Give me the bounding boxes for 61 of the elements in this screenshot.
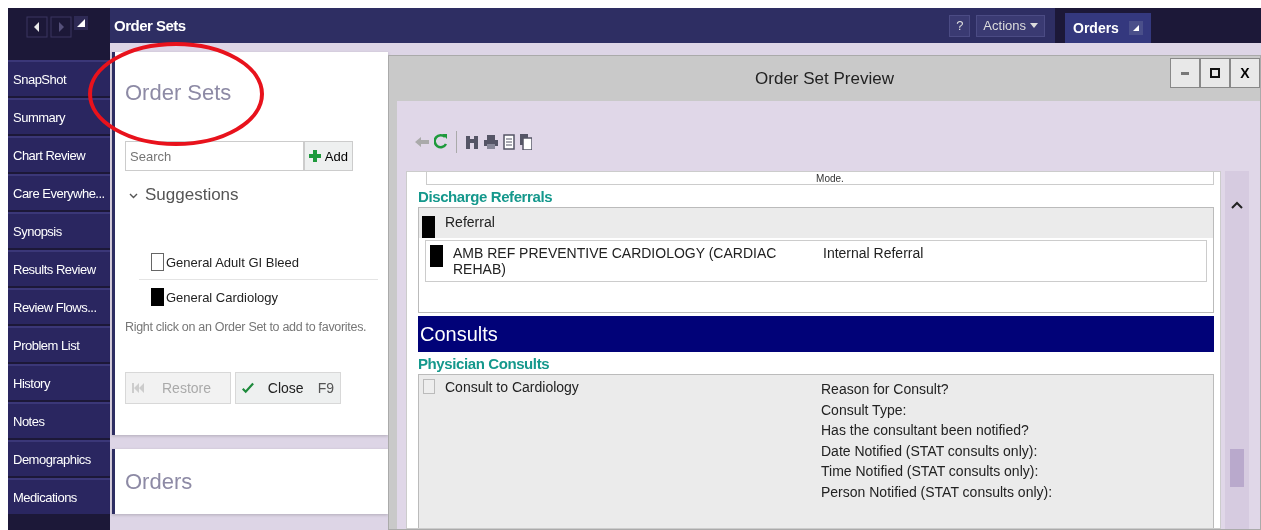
question-label: Has the consultant been notified? <box>821 421 1030 440</box>
question-label: Date Notified (STAT consults only): <box>821 441 1039 461</box>
order-set-name[interactable]: General Cardiology <box>166 289 278 305</box>
section-heading: Consults <box>418 316 1214 352</box>
menu-triangle-icon[interactable] <box>74 16 88 30</box>
question-label: Consult Type: <box>821 400 908 420</box>
close-button[interactable]: X <box>1230 58 1260 88</box>
nav-item[interactable]: History <box>8 364 110 400</box>
order-name: AMB REF PREVENTIVE CARDIOLOGY (CARDIAC REHAB) <box>453 245 778 277</box>
help-button[interactable]: ? <box>949 14 971 37</box>
window-title: Order Set Preview <box>755 68 894 89</box>
skip-back-icon <box>132 383 144 393</box>
order-name: Consult to Cardiology <box>445 379 580 395</box>
panel-title: Order Sets <box>125 80 233 106</box>
panel-title: Orders <box>125 468 193 495</box>
activity-title: Order Sets <box>114 17 186 34</box>
checkbox[interactable] <box>423 379 435 394</box>
nav-item[interactable]: Medications <box>8 478 110 514</box>
actions-button[interactable]: Actions <box>976 14 1045 37</box>
nav-item[interactable]: Demographics <box>8 440 110 476</box>
question-label: Time Notified (STAT consults only): <box>821 462 1040 481</box>
field-text: Mode. <box>816 174 844 184</box>
scroll-up-icon[interactable] <box>1231 201 1243 209</box>
nav-item[interactable]: Chart Review <box>8 136 110 172</box>
scroll-thumb[interactable] <box>1230 449 1244 487</box>
orders-tab[interactable]: Orders <box>1065 13 1151 43</box>
nav-item[interactable]: Results Review <box>8 250 110 286</box>
minimize-button[interactable] <box>1170 58 1200 88</box>
document-icon[interactable] <box>503 134 515 150</box>
close-button[interactable]: Close F9 <box>235 372 341 404</box>
nav-item[interactable]: Summary <box>8 98 110 134</box>
minimize-icon <box>1181 71 1189 75</box>
hint-text: Right click on an Order Set to add to favorites. <box>125 320 368 334</box>
maximize-icon <box>1210 68 1220 78</box>
subsection-heading: Physician Consults <box>418 355 551 372</box>
order-set-name[interactable]: General Adult GI Bleed <box>166 254 299 270</box>
checkbox[interactable] <box>422 216 435 238</box>
nav-item[interactable]: Notes <box>8 402 110 438</box>
question-label: Reason for Consult? <box>821 380 950 399</box>
nav-item[interactable]: Problem List <box>8 326 110 362</box>
search-field[interactable]: Search <box>125 141 304 171</box>
nav-item[interactable]: SnapShot <box>8 60 110 96</box>
suggestions-toggle[interactable]: Suggestions <box>125 185 239 205</box>
subsection-heading: Discharge Referrals <box>418 188 554 205</box>
nav-item[interactable]: Synopsis <box>8 212 110 248</box>
group-label: Referral <box>445 214 495 232</box>
checkmark-icon <box>242 381 254 395</box>
checkbox[interactable] <box>151 253 164 271</box>
printer-icon[interactable] <box>484 134 498 150</box>
documents-icon[interactable] <box>520 134 532 150</box>
plus-icon <box>308 150 321 162</box>
nav-item[interactable]: Review Flows... <box>8 288 110 324</box>
checkbox[interactable] <box>430 245 443 267</box>
checkbox[interactable] <box>151 288 164 306</box>
order-detail: Internal Referral <box>823 245 924 261</box>
maximize-button[interactable] <box>1200 58 1230 88</box>
add-button[interactable]: Add <box>303 141 353 171</box>
scrollbar[interactable] <box>1225 171 1249 529</box>
nav-item[interactable]: Care Everywhe... <box>8 174 110 210</box>
question-label: Person Notified (STAT consults only): <box>821 482 1053 502</box>
caret-icon <box>1030 22 1038 29</box>
